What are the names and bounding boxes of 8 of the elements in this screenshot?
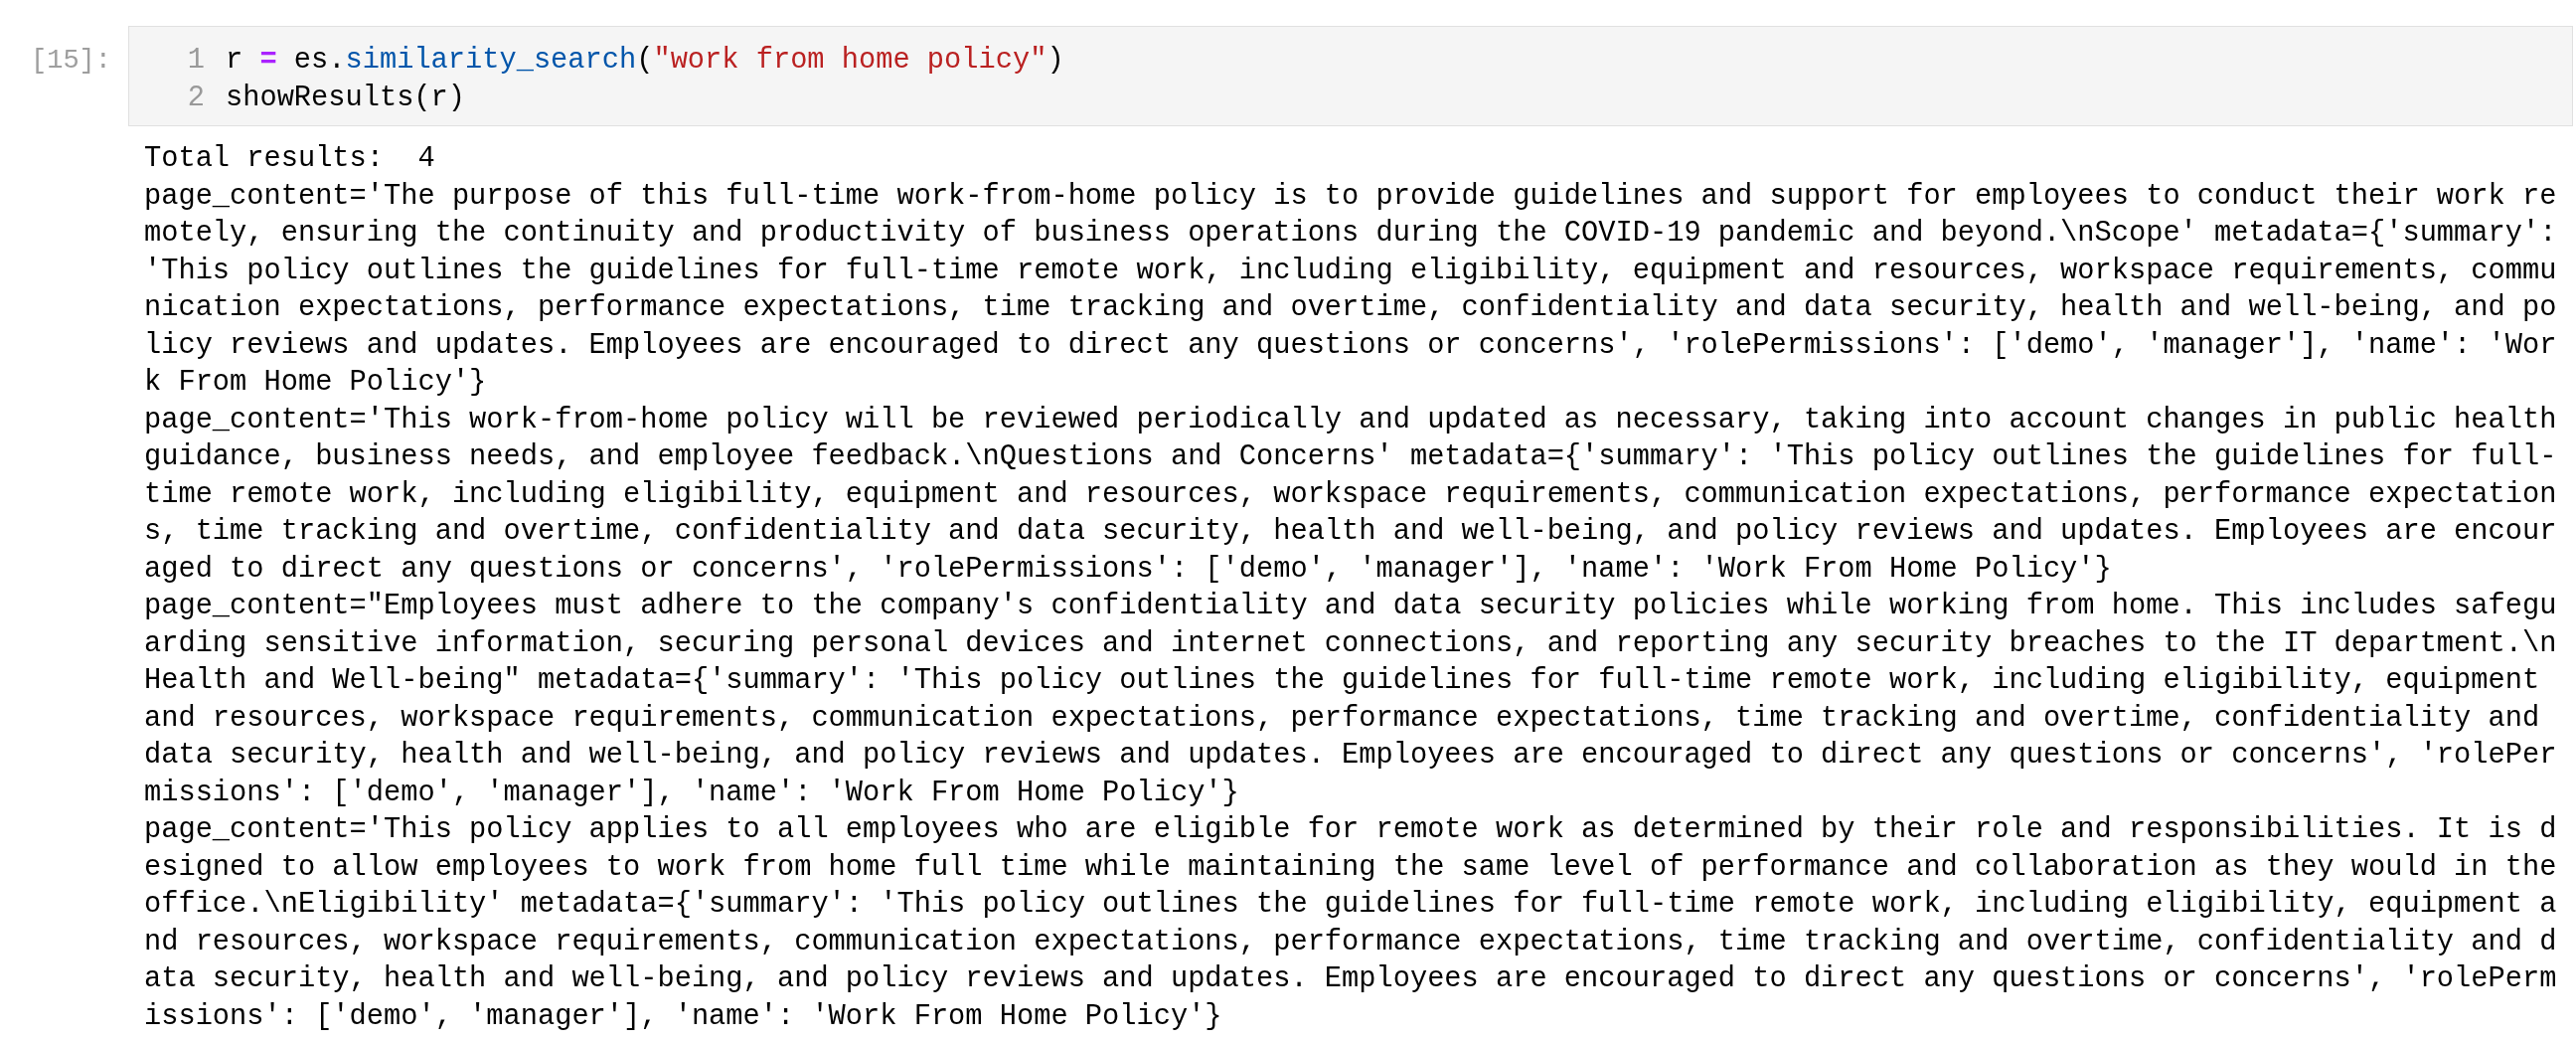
output-text: page_content='This policy applies to all employees who are eligible for remote work as determined by their role and responsibilities. It is designed to allow employees to work from home full time while maintaining the same level of performance and collaboration as they would in the office.\nEligibility' metadata={'summary': 'This policy outlines the guidelines for full-time remote work, including eligibility, equipment and resources, workspace requirements, communication expectations, performance expectations, time tracking and overtime, confidentiality and data security, health and well-being, and policy reviews and updates. Employees are encouraged to direct any questions or concerns', 'rolePermissions': ['demo', 'manager'], 'name': 'Work From Home Policy'} (144, 812, 2557, 1035)
line-number: 1 (187, 43, 205, 79)
code-line: r = es.similarity_search("work from home policy") (226, 43, 1064, 79)
output-text: Total results: 4 (144, 141, 436, 177)
cell-prompt: [15]: (31, 45, 111, 78)
line-number: 2 (187, 81, 205, 116)
code-line: showResults(r) (226, 81, 465, 116)
code-editor[interactable]: 1 r = es.similarity_search("work from home policy") 2 showResults(r) (128, 26, 2573, 126)
